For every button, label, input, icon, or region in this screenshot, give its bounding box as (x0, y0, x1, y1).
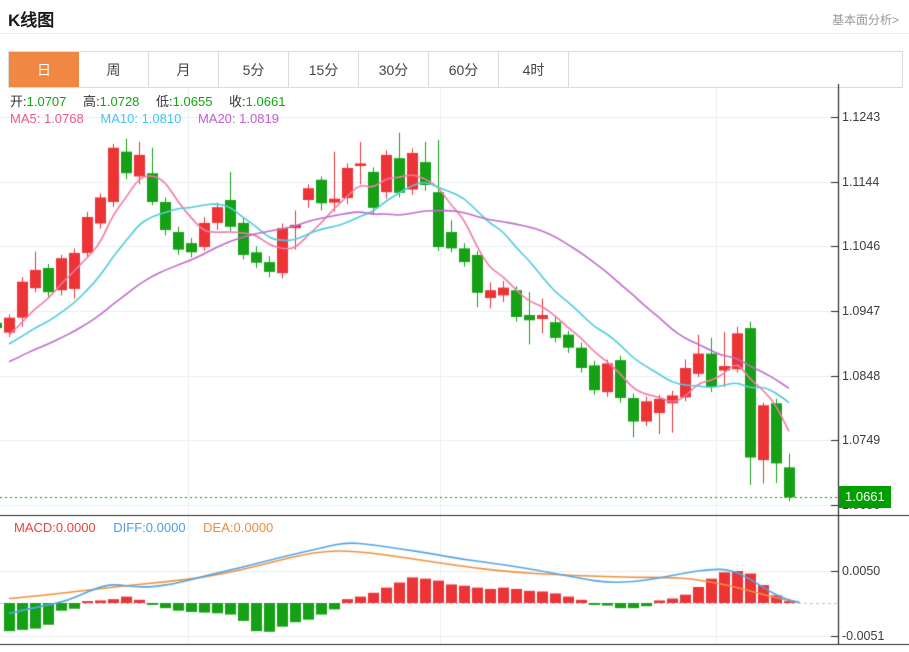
y-axis-label: 1.1046 (842, 239, 880, 253)
ma5-label: MA5: (10, 111, 40, 126)
high-value: 1.0728 (100, 94, 140, 109)
y-axis-label: 1.1144 (842, 175, 879, 189)
y-axis-label: 0.0050 (842, 564, 880, 578)
open-label: 开: (10, 94, 27, 109)
y-axis-label: 1.1243 (842, 110, 880, 124)
y-axis-label: -0.0051 (842, 629, 884, 643)
close-label: 收: (229, 94, 246, 109)
macd-label: MACD: (14, 520, 56, 535)
high-label: 高: (83, 94, 100, 109)
ohlc-legend: 开:1.0707 高:1.0728 低:1.0655 收:1.0661 (10, 91, 298, 110)
close-value: 1.0661 (246, 94, 286, 109)
y-axis-label: 1.0947 (842, 304, 880, 318)
y-axis-label: 1.0749 (842, 433, 880, 447)
y-axis-label: 1.0848 (842, 369, 880, 383)
ma10-label: MA10: (100, 111, 138, 126)
low-label: 低: (156, 94, 173, 109)
diff-label: DIFF: (113, 520, 146, 535)
ma20-label: MA20: (198, 111, 236, 126)
current-price-badge: 1.0661 (839, 486, 891, 508)
ma10-value: 1.0810 (142, 111, 182, 126)
dea-label: DEA: (203, 520, 233, 535)
ma-legend: MA5: 1.0768 MA10: 1.0810 MA20: 1.0819 (10, 111, 292, 126)
low-value: 1.0655 (173, 94, 213, 109)
dea-value: 0.0000 (234, 520, 274, 535)
macd-legend: MACD:0.0000 DIFF:0.0000 DEA:0.0000 (14, 520, 287, 535)
kline-widget: K线图 基本面分析> 日 周 月 5分 15分 30分 60分 4时 开:1.0… (0, 0, 909, 652)
ma20-value: 1.0819 (239, 111, 279, 126)
macd-value: 0.0000 (56, 520, 96, 535)
diff-value: 0.0000 (146, 520, 186, 535)
ma5-value: 1.0768 (44, 111, 84, 126)
open-value: 1.0707 (27, 94, 67, 109)
